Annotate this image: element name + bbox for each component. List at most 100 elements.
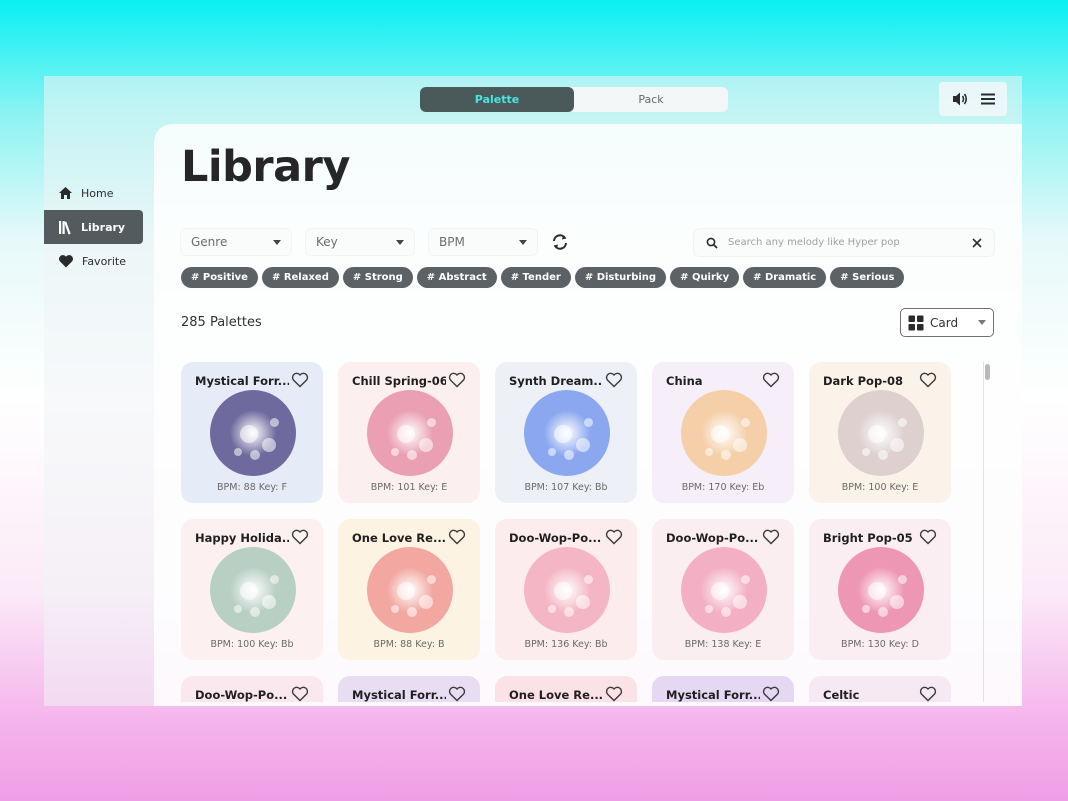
bubble-shape [391, 448, 399, 456]
bubble-shape [721, 450, 731, 460]
palette-card[interactable]: Dark Pop-08 BPM: 100 Key: E [809, 362, 951, 503]
card-title: Synth Dream... [509, 374, 603, 388]
bubble-shape [741, 418, 750, 427]
genre-select[interactable]: Genre [181, 229, 291, 255]
close-icon[interactable] [972, 237, 982, 248]
tab-pack[interactable]: Pack [574, 87, 728, 112]
palette-artwork [524, 390, 610, 476]
scrollbar-track [983, 362, 991, 702]
heart-icon[interactable] [919, 372, 937, 388]
bubble-shape [250, 450, 260, 460]
library-panel: Library Genre Key BPM Search any melody … [154, 124, 1022, 706]
tag-chip[interactable]: # Abstract [416, 267, 497, 288]
heart-icon[interactable] [291, 686, 309, 702]
sidebar-item-home[interactable]: Home [44, 176, 154, 210]
palette-artwork [210, 547, 296, 633]
bubble-shape [733, 595, 747, 609]
palette-card[interactable]: Happy Holida... BPM: 100 Key: Bb [181, 519, 323, 660]
sidebar-item-library[interactable]: Library [44, 210, 143, 244]
palette-card[interactable]: Doo-Wop-Po... [181, 676, 323, 702]
tag-chip[interactable]: # Positive [181, 267, 258, 288]
card-title: Dark Pop-08 [823, 374, 903, 388]
heart-icon [58, 254, 74, 268]
tag-chip[interactable]: # Strong [342, 267, 413, 288]
heart-icon[interactable] [919, 686, 937, 702]
card-title: Mystical Forr... [352, 688, 446, 702]
heart-icon[interactable] [448, 372, 466, 388]
heart-icon[interactable] [291, 372, 309, 388]
palette-card[interactable]: Doo-Wop-Po... BPM: 138 Key: E [652, 519, 794, 660]
menu-icon[interactable] [980, 92, 996, 106]
palette-artwork [210, 390, 296, 476]
palette-card[interactable]: China BPM: 170 Key: Eb [652, 362, 794, 503]
palette-artwork [838, 547, 924, 633]
heart-icon[interactable] [605, 686, 623, 702]
app-window: Palette Pack Home Library Favorite Libra… [44, 76, 1022, 706]
scrollbar-thumb[interactable] [985, 364, 990, 380]
palette-card[interactable]: Celtic [809, 676, 951, 702]
key-label: Key [316, 235, 338, 249]
palette-card[interactable]: One Love Re... [495, 676, 637, 702]
heart-icon[interactable] [762, 372, 780, 388]
heart-icon[interactable] [291, 529, 309, 545]
bubble-shape [733, 438, 747, 452]
heart-icon[interactable] [448, 686, 466, 702]
tag-chip[interactable]: # Serious [830, 267, 905, 288]
tag-chip[interactable]: # Dramatic [743, 267, 827, 288]
card-meta: BPM: 170 Key: Eb [681, 482, 765, 493]
bubble-shape [878, 607, 888, 617]
palette-card[interactable]: Mystical Forr... [338, 676, 480, 702]
palette-card[interactable]: Bright Pop-05 BPM: 130 Key: D [809, 519, 951, 660]
card-title: Mystical Forr... [666, 688, 760, 702]
search-input[interactable]: Search any melody like Hyper pop [728, 237, 962, 248]
card-title: Doo-Wop-Po... [666, 531, 759, 545]
library-icon [58, 220, 73, 235]
heart-icon[interactable] [762, 529, 780, 545]
chevron-down-icon [396, 239, 404, 245]
heart-icon[interactable] [919, 529, 937, 545]
bpm-select[interactable]: BPM [429, 229, 537, 255]
heart-icon[interactable] [605, 529, 623, 545]
bubble-shape [407, 607, 417, 617]
tag-chip[interactable]: # Quirky [670, 267, 740, 288]
bubble-shape [391, 605, 399, 613]
chevron-down-icon [978, 320, 986, 325]
heart-icon[interactable] [605, 372, 623, 388]
bubble-shape [419, 438, 433, 452]
tag-chip[interactable]: # Disturbing [574, 267, 667, 288]
palette-card[interactable]: Synth Dream... BPM: 107 Key: Bb [495, 362, 637, 503]
refresh-icon[interactable] [550, 232, 570, 252]
bubble-shape [262, 438, 276, 452]
palette-card[interactable]: Mystical Forr... [652, 676, 794, 702]
volume-icon[interactable] [951, 91, 969, 107]
palette-card[interactable]: One Love Re... BPM: 88 Key: B [338, 519, 480, 660]
bubble-shape [397, 582, 415, 600]
palette-card[interactable]: Mystical Forr... BPM: 88 Key: F [181, 362, 323, 503]
grid-icon [908, 315, 924, 331]
bubble-shape [554, 425, 572, 443]
sidebar-item-favorite[interactable]: Favorite [44, 244, 154, 278]
card-meta: BPM: 100 Key: Bb [210, 639, 294, 650]
tag-chip[interactable]: # Relaxed [261, 267, 339, 288]
chevron-down-icon [273, 239, 281, 245]
card-meta: BPM: 130 Key: D [841, 639, 919, 650]
view-mode-select[interactable]: Card [900, 308, 994, 337]
palette-artwork [367, 547, 453, 633]
palette-card[interactable]: Chill Spring-06 BPM: 101 Key: E [338, 362, 480, 503]
card-meta: BPM: 138 Key: E [684, 639, 762, 650]
bubble-shape [862, 448, 870, 456]
bubble-shape [868, 425, 886, 443]
bubble-shape [554, 582, 572, 600]
bubble-shape [240, 582, 258, 600]
card-title: Chill Spring-06 [352, 374, 446, 388]
heart-icon[interactable] [448, 529, 466, 545]
sidebar: Home Library Favorite [44, 176, 154, 278]
bubble-shape [576, 595, 590, 609]
bubble-shape [705, 448, 713, 456]
bpm-label: BPM [439, 235, 465, 249]
tag-chip[interactable]: # Tender [500, 267, 571, 288]
key-select[interactable]: Key [306, 229, 414, 255]
heart-icon[interactable] [762, 686, 780, 702]
tab-palette[interactable]: Palette [420, 87, 574, 112]
palette-card[interactable]: Doo-Wop-Po... BPM: 136 Key: Bb [495, 519, 637, 660]
